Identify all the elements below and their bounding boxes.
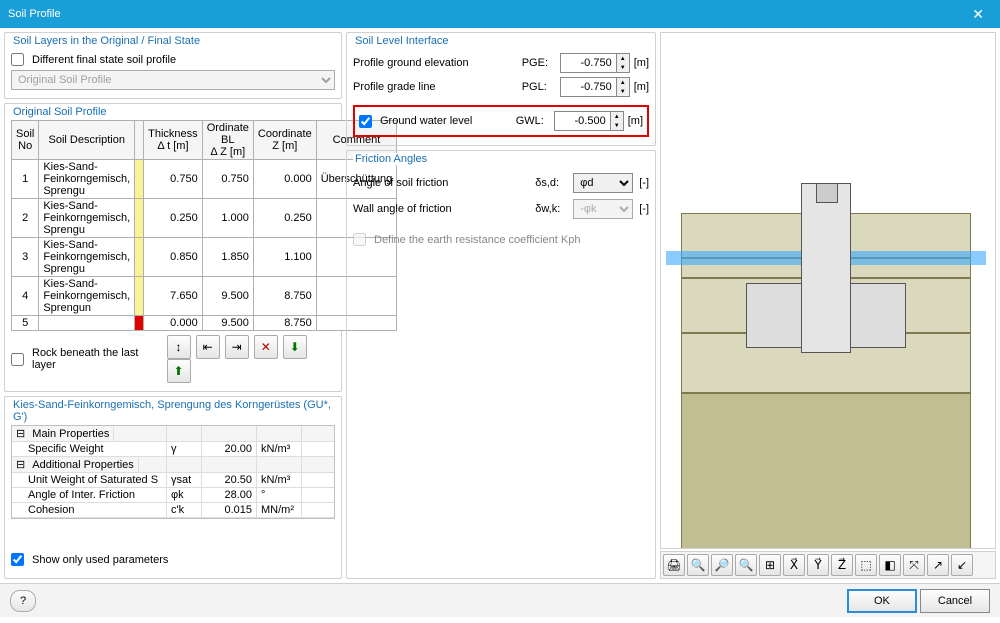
original-profile-group: Original Soil Profile SoilNo Soil Descri… [4, 103, 342, 392]
excel-import-icon[interactable]: ⬇ [283, 335, 307, 359]
ok-button[interactable]: OK [847, 589, 917, 613]
wall-friction-unit: [-] [639, 203, 649, 215]
viewer-toolbar: 🖨🔍🔎🔍⊞X⃗Y⃗Z⃗⬚◧⤧↗↙ [660, 551, 996, 579]
show-used-label: Show only used parameters [32, 554, 335, 566]
pge-symbol: PGE: [522, 57, 556, 69]
zoom-out-icon[interactable]: 🔍 [735, 554, 757, 576]
pge-input[interactable]: ▲▼ [560, 53, 630, 73]
table-row[interactable]: 4Kies-Sand-Feinkorngemisch, Sprengun7.65… [12, 277, 397, 316]
group-title-soil-layers: Soil Layers in the Original / Final Stat… [11, 35, 202, 47]
excel-export-icon[interactable]: ⬆ [167, 359, 191, 383]
pan-icon[interactable]: ↗ [927, 554, 949, 576]
viewer-3d[interactable] [660, 32, 996, 549]
library-icon[interactable]: ↕ [167, 335, 191, 359]
pgl-input[interactable]: ▲▼ [560, 77, 630, 97]
soil-layers-group: Soil Layers in the Original / Final Stat… [4, 32, 342, 99]
view-iso-icon[interactable]: ⬚ [855, 554, 877, 576]
gwl-label: Ground water level [380, 115, 512, 127]
rotate-icon[interactable]: ⤧ [903, 554, 925, 576]
wall-friction-select: -φk [573, 199, 633, 219]
prop-cohesion-label: Cohesion [12, 503, 167, 517]
soil-friction-symbol: δs,d: [535, 177, 567, 189]
view-y-icon[interactable]: Y⃗ [807, 554, 829, 576]
group-title-friction: Friction Angles [353, 153, 429, 165]
close-icon[interactable]: ✕ [964, 2, 992, 27]
prop-specific-weight-label: Specific Weight [12, 442, 167, 456]
diff-final-label: Different final state soil profile [32, 54, 335, 66]
window-title: Soil Profile [8, 8, 61, 20]
pgl-label: Profile grade line [353, 81, 518, 93]
group-title-soil-level: Soil Level Interface [353, 35, 451, 47]
prop-unit-sat-label: Unit Weight of Saturated S [12, 473, 167, 487]
kph-checkbox [353, 233, 366, 246]
gwl-unit: [m] [628, 115, 643, 127]
group-title-soil-props: Kies-Sand-Feinkorngemisch, Sprengung des… [11, 399, 335, 423]
grid-icon[interactable]: ⊞ [759, 554, 781, 576]
zoom-in-icon[interactable]: 🔎 [711, 554, 733, 576]
soil-friction-unit: [-] [639, 177, 649, 189]
diff-final-checkbox[interactable] [11, 53, 24, 66]
soil-friction-select[interactable]: φd [573, 173, 633, 193]
view-z-icon[interactable]: Z⃗ [831, 554, 853, 576]
pgl-unit: [m] [634, 81, 649, 93]
reset-view-icon[interactable]: ↙ [951, 554, 973, 576]
main-props-header: ⊟ Main Properties [12, 426, 167, 441]
rock-label: Rock beneath the last layer [32, 347, 165, 371]
th-coordinate: CoordinateZ [m] [253, 121, 316, 160]
zoom-extents-icon[interactable]: 🔍 [687, 554, 709, 576]
insert-left-icon[interactable]: ⇤ [196, 335, 220, 359]
properties-grid[interactable]: ⊟ Main Properties Specific Weightγ20.00k… [11, 425, 335, 519]
th-ordinate: Ordinate BLΔ Z [m] [202, 121, 253, 160]
pge-unit: [m] [634, 57, 649, 69]
profile-combo: Original Soil Profile [11, 70, 335, 90]
group-title-original-profile: Original Soil Profile [11, 106, 109, 118]
wall-friction-label: Wall angle of friction [353, 203, 529, 215]
table-row[interactable]: 1Kies-Sand-Feinkorngemisch, Sprengu0.750… [12, 160, 397, 199]
gwl-input[interactable]: ▲▼ [554, 111, 624, 131]
wall-friction-symbol: δw,k: [535, 203, 567, 215]
show-used-checkbox[interactable] [11, 553, 24, 566]
table-row[interactable]: 50.0009.5008.750 [12, 316, 397, 331]
view-section-icon[interactable]: ◧ [879, 554, 901, 576]
table-row[interactable]: 3Kies-Sand-Feinkorngemisch, Sprengu0.850… [12, 238, 397, 277]
table-row[interactable]: 2Kies-Sand-Feinkorngemisch, Sprengu0.250… [12, 199, 397, 238]
soil-level-group: Soil Level Interface Profile ground elev… [346, 32, 656, 146]
th-desc: Soil Description [39, 121, 135, 160]
th-thickness: ThicknessΔ t [m] [144, 121, 203, 160]
help-button[interactable]: ? [10, 590, 36, 612]
pge-label: Profile ground elevation [353, 57, 518, 69]
soil-friction-label: Angle of soil friction [353, 177, 529, 189]
add-props-header: ⊟ Additional Properties [12, 457, 167, 472]
friction-group: Friction Angles Angle of soil friction δ… [346, 150, 656, 579]
soil-profile-table[interactable]: SoilNo Soil Description ThicknessΔ t [m]… [11, 120, 397, 331]
th-soil-no: SoilNo [12, 121, 39, 160]
delete-row-icon[interactable]: ✕ [254, 335, 278, 359]
insert-right-icon[interactable]: ⇥ [225, 335, 249, 359]
print-icon[interactable]: 🖨 [663, 554, 685, 576]
pgl-symbol: PGL: [522, 81, 556, 93]
gwl-checkbox[interactable] [359, 115, 372, 128]
view-x-icon[interactable]: X⃗ [783, 554, 805, 576]
prop-inter-fric-label: Angle of Inter. Friction [12, 488, 167, 502]
soil-props-group: Kies-Sand-Feinkorngemisch, Sprengung des… [4, 396, 342, 579]
rock-checkbox[interactable] [11, 353, 24, 366]
cancel-button[interactable]: Cancel [920, 589, 990, 613]
gwl-symbol: GWL: [516, 115, 550, 127]
kph-label: Define the earth resistance coefficient … [374, 234, 649, 246]
